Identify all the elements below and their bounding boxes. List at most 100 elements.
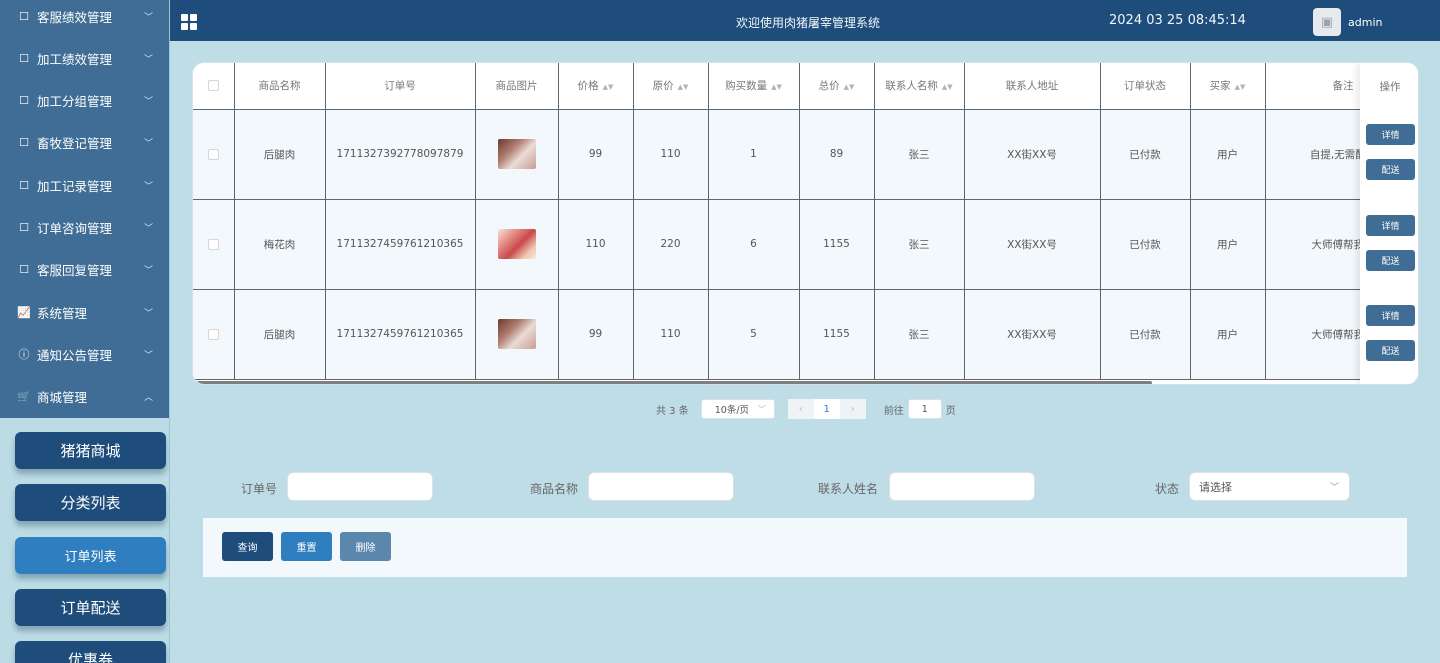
column-header: 商品图片: [474, 63, 559, 110]
cell-qty: 6: [707, 198, 800, 290]
cell-address: XX街XX号: [963, 108, 1101, 200]
column-header: 订单状态: [1099, 63, 1191, 110]
chevron-down-icon: ﹀: [143, 350, 153, 361]
chevron-down-icon: ﹀: [757, 404, 766, 414]
orders-table: 商品名称 订单号 商品图片 价格 ▲▼ 原价 ▲▼ 购买数量 ▲▼ 总价 ▲▼ 联系人名称 ▲▼ 联系人地…: [193, 63, 1418, 380]
doc-icon: ☐: [19, 9, 29, 23]
column-header[interactable]: 总价 ▲▼: [798, 63, 875, 110]
sidebar-menu-label: 客服回复管理: [37, 263, 113, 279]
sort-icon[interactable]: ▲▼: [942, 83, 953, 91]
page-number-current[interactable]: 1: [813, 399, 840, 419]
goto-page-input[interactable]: 1: [907, 399, 942, 419]
product-name-label: 商品名称: [530, 482, 579, 496]
column-header-label: 联系人名称: [885, 80, 938, 93]
sidebar-menu-item[interactable]: ☐ 客服绩效管理 ﹀: [0, 0, 169, 37]
row-select-cell: [193, 198, 235, 290]
sidebar-menu-item[interactable]: ☐ 加工分组管理 ﹀: [0, 80, 169, 122]
chevron-down-icon: ﹀: [143, 12, 153, 23]
product-name-input[interactable]: [588, 472, 734, 501]
chevron-down-icon: ﹀: [143, 97, 153, 108]
query-button[interactable]: 查询: [222, 532, 273, 561]
cell-order-no: 1711327459761210365: [324, 198, 476, 290]
sidebar-menu-item[interactable]: ☐ 客服回复管理 ﹀: [0, 249, 169, 291]
sidebar-menu-item[interactable]: ☐ 畜牧登记管理 ﹀: [0, 122, 169, 164]
sidebar-menu-item[interactable]: ☐ 订单咨询管理 ﹀: [0, 207, 169, 249]
page-size-select[interactable]: 10条/页 ﹀: [700, 399, 775, 419]
order-no-input[interactable]: [287, 472, 433, 501]
column-header-label: 订单状态: [1124, 80, 1166, 93]
detail-button[interactable]: 详情: [1366, 214, 1415, 236]
submenu-item[interactable]: 订单配送: [15, 589, 166, 626]
table-row[interactable]: 梅花肉 1711327459761210365 110 220 6 1155 张三 XX街XX…: [193, 198, 1418, 290]
column-header: 联系人地址: [963, 63, 1101, 110]
submenu-item[interactable]: 分类列表: [15, 484, 166, 521]
sort-icon[interactable]: ▲▼: [844, 83, 855, 91]
deliver-button[interactable]: 配送: [1366, 340, 1415, 361]
sort-icon[interactable]: ▲▼: [603, 83, 614, 91]
cell-original: 110: [632, 108, 709, 200]
column-header[interactable]: 买家 ▲▼: [1189, 63, 1266, 110]
column-header[interactable]: 原价 ▲▼: [632, 63, 709, 110]
chevron-down-icon: ﹀: [143, 139, 153, 150]
cell-total: 89: [798, 108, 875, 200]
delete-button[interactable]: 删除: [340, 532, 391, 561]
grid-menu-icon[interactable]: [181, 14, 197, 30]
detail-button[interactable]: 详情: [1366, 305, 1415, 326]
username[interactable]: admin: [1348, 16, 1382, 29]
column-header[interactable]: 联系人名称 ▲▼: [873, 63, 965, 110]
contact-name-input[interactable]: [889, 472, 1035, 501]
sidebar-menu-item[interactable]: ☐ 加工绩效管理 ﹀: [0, 37, 169, 79]
table-row[interactable]: 后腿肉 1711327392778097879 99 110 1 89 张三 XX街XX号 已付…: [193, 108, 1418, 200]
cell-name: 梅花肉: [233, 198, 326, 290]
sort-icon[interactable]: ▲▼: [678, 83, 689, 91]
column-header-label: 商品名称: [258, 80, 301, 93]
deliver-button[interactable]: 配送: [1366, 249, 1415, 271]
column-header[interactable]: 价格 ▲▼: [557, 63, 634, 110]
horizontal-scrollbar[interactable]: [197, 381, 1152, 384]
cell-original: 110: [632, 288, 709, 380]
submenu-item[interactable]: 优惠券: [15, 641, 166, 663]
cell-address: XX街XX号: [963, 198, 1101, 290]
doc-icon: ☐: [19, 136, 29, 150]
sidebar-menu-item[interactable]: ⓘ 通知公告管理 ﹀: [0, 333, 169, 375]
pagination: 共 3 条 10条/页 ﹀ ‹ 1 › 前往 1 页: [656, 399, 956, 419]
reset-button[interactable]: 重置: [281, 532, 332, 561]
prev-page-button[interactable]: ‹: [787, 399, 814, 419]
deliver-button[interactable]: 配送: [1366, 159, 1415, 180]
row-checkbox[interactable]: [207, 238, 219, 250]
column-header[interactable]: 购买数量 ▲▼: [707, 63, 800, 110]
sort-icon[interactable]: ▲▼: [1235, 83, 1246, 91]
sidebar-menu-item[interactable]: ☐ 加工记录管理 ﹀: [0, 164, 169, 206]
sidebar-menu-label: 系统管理: [37, 305, 88, 321]
cell-contact: 张三: [873, 288, 965, 380]
select-all-checkbox[interactable]: [207, 80, 219, 92]
sidebar-menu-item[interactable]: 📈 系统管理 ﹀: [0, 291, 169, 333]
column-header-label: 买家: [1209, 80, 1231, 93]
column-header: 商品名称: [233, 63, 326, 110]
detail-button[interactable]: 详情: [1366, 124, 1415, 145]
chevron-down-icon: ﹀: [143, 54, 153, 65]
column-header-label: 原价: [652, 80, 674, 93]
sidebar-menu-item[interactable]: 🛒 商城管理 ︿: [0, 376, 169, 418]
order-no-label: 订单号: [241, 482, 278, 496]
table-row[interactable]: 后腿肉 1711327459761210365 99 110 5 1155 张三 XX街XX号…: [193, 288, 1418, 380]
row-checkbox[interactable]: [207, 148, 219, 160]
status-select[interactable]: 请选择 ﹀: [1189, 472, 1350, 501]
status-placeholder: 请选择: [1199, 480, 1232, 494]
product-image[interactable]: [497, 319, 536, 349]
next-page-button[interactable]: ›: [839, 399, 866, 419]
chevron-down-icon: ﹀: [143, 224, 153, 234]
cell-name: 后腿肉: [233, 288, 326, 380]
goto-label: 前往: [883, 405, 904, 417]
submenu-item[interactable]: 订单列表: [15, 537, 166, 574]
cell-total: 1155: [798, 288, 875, 380]
chevron-down-icon: ﹀: [143, 266, 153, 277]
sidebar-menu-label: 商城管理: [37, 390, 88, 406]
row-checkbox[interactable]: [207, 328, 219, 340]
avatar-image-icon[interactable]: ▣: [1313, 8, 1341, 36]
product-image[interactable]: [497, 139, 536, 169]
product-image[interactable]: [497, 229, 536, 259]
submenu-item[interactable]: 猪猪商城: [15, 432, 166, 469]
select-all-header[interactable]: [193, 63, 235, 110]
sort-icon[interactable]: ▲▼: [771, 83, 782, 91]
